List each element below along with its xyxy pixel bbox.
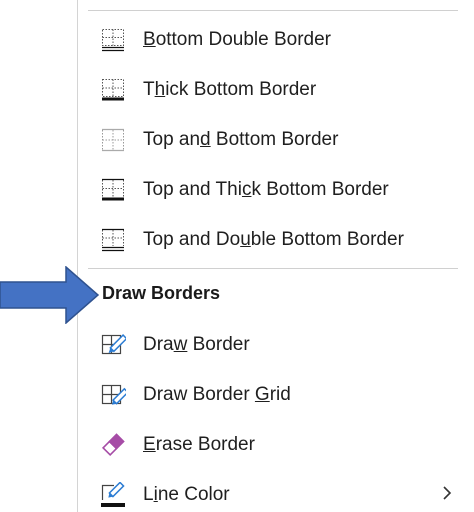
menu-item-label: Top and Bottom Border xyxy=(143,129,339,150)
draw-border-grid-icon xyxy=(101,384,126,405)
menu-item-top-and-double-bottom-border[interactable]: Top and Double Bottom Border xyxy=(88,215,468,265)
eraser-icon xyxy=(101,433,125,457)
menu-item-erase-border[interactable]: Erase Border xyxy=(88,420,468,470)
thick-bottom-border-icon xyxy=(102,79,124,101)
menu-item-bottom-double-border[interactable]: Bottom Double Border xyxy=(88,15,468,65)
menu-item-top-and-thick-bottom-border[interactable]: Top and Thick Bottom Border xyxy=(88,165,468,215)
menu-item-label: Top and Double Bottom Border xyxy=(143,229,404,250)
menu-item-line-color[interactable]: Line Color xyxy=(88,470,468,512)
top-and-bottom-border-icon xyxy=(102,128,124,152)
line-color-icon xyxy=(101,482,125,507)
menu-item-draw-border[interactable]: Draw Border xyxy=(88,320,468,370)
top-and-thick-bottom-border-icon xyxy=(102,178,124,201)
menu-left-rail xyxy=(77,0,78,512)
menu-item-label: Line Color xyxy=(143,484,230,505)
chevron-right-icon[interactable] xyxy=(440,483,454,503)
top-separator xyxy=(88,10,458,11)
menu-item-thick-bottom-border[interactable]: Thick Bottom Border xyxy=(88,65,468,115)
callout-arrow-icon xyxy=(0,266,100,324)
menu-item-label: Thick Bottom Border xyxy=(143,79,317,100)
draw-border-icon xyxy=(101,334,126,355)
menu-item-draw-border-grid[interactable]: Draw Border Grid xyxy=(88,370,468,420)
section-heading-draw-borders: Draw Borders xyxy=(102,283,221,303)
menu-item-label: Erase Border xyxy=(143,434,255,455)
top-and-double-bottom-border-icon xyxy=(102,228,124,252)
border-menu-screenshot: Bottom Double Border Thick Bottom Border xyxy=(0,0,474,512)
menu-item-top-and-bottom-border[interactable]: Top and Bottom Border xyxy=(88,115,468,165)
menu-item-label: Draw Border xyxy=(143,334,250,355)
menu-item-label: Bottom Double Border xyxy=(143,29,332,50)
bottom-double-border-icon xyxy=(102,29,124,52)
menu-item-label: Top and Thick Bottom Border xyxy=(143,179,389,200)
section-separator xyxy=(88,268,458,269)
menu-item-label: Draw Border Grid xyxy=(143,384,291,405)
